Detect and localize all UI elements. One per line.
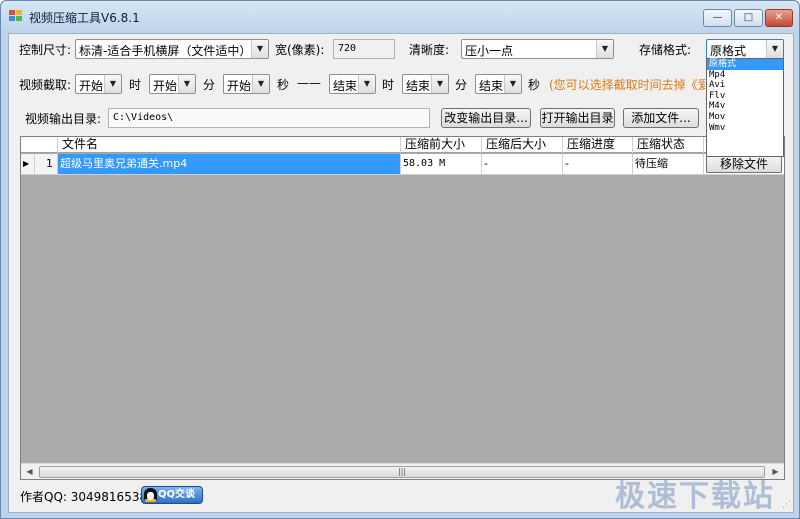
qq-chat-label: QQ交谈 bbox=[158, 489, 196, 500]
cell-action: 移除文件 bbox=[704, 154, 784, 175]
column-header-filename[interactable]: 文件名 bbox=[58, 137, 401, 153]
chevron-down-icon: ▼ bbox=[178, 75, 195, 93]
format-select[interactable]: 原格式 ▼ bbox=[706, 39, 784, 59]
column-header-size-after[interactable]: 压缩后大小 bbox=[482, 137, 563, 153]
add-file-button[interactable]: 添加文件... bbox=[623, 108, 699, 128]
close-button[interactable]: ✕ bbox=[765, 9, 793, 27]
format-option[interactable]: Mov bbox=[707, 112, 783, 123]
format-option[interactable]: 原格式 bbox=[707, 59, 783, 70]
window-title: 视频压缩工具V6.8.1 bbox=[29, 11, 140, 25]
chevron-down-icon: ▼ bbox=[251, 40, 268, 58]
size-select-value: 标清-适合手机横屏（文件适中） bbox=[79, 44, 252, 58]
size-label: 控制尺寸: bbox=[19, 43, 72, 57]
cell-progress[interactable]: - bbox=[563, 154, 633, 175]
cell-filename[interactable]: 超级马里奥兄弟通关.mp4 bbox=[58, 154, 401, 175]
start-second-select[interactable]: 开始 ▼ bbox=[223, 74, 270, 94]
title-bar: 视频压缩工具V6.8.1 — □ ✕ bbox=[1, 1, 799, 33]
format-option[interactable]: Avi bbox=[707, 80, 783, 91]
clarity-label: 清晰度: bbox=[409, 43, 450, 57]
format-dropdown-list: 原格式 Mp4 Avi Flv M4v Mov Wmv bbox=[706, 58, 784, 157]
start-hour-select[interactable]: 开始 ▼ bbox=[75, 74, 122, 94]
chevron-down-icon: ▼ bbox=[358, 75, 375, 93]
file-table: 文件名 压缩前大小 压缩后大小 压缩进度 压缩状态 操作 ▶ 1 超级马里奥兄弟… bbox=[20, 136, 785, 480]
cell-size-after[interactable]: - bbox=[482, 154, 563, 175]
cell-status[interactable]: 待压缩 bbox=[633, 154, 704, 175]
clarity-select-value: 压小一点 bbox=[465, 44, 514, 58]
start-second-value: 开始 bbox=[227, 79, 252, 93]
size-select[interactable]: 标清-适合手机横屏（文件适中） ▼ bbox=[75, 39, 269, 59]
start-minute-select[interactable]: 开始 ▼ bbox=[149, 74, 196, 94]
main-panel: 控制尺寸: 标清-适合手机横屏（文件适中） ▼ 宽(像素): 720 清晰度: … bbox=[8, 33, 794, 513]
chevron-down-icon: ▼ bbox=[104, 75, 121, 93]
table-row[interactable]: ▶ 1 超级马里奥兄弟通关.mp4 58.03 M - - 待压缩 移除文件 bbox=[21, 154, 784, 175]
format-option[interactable]: Mp4 bbox=[707, 70, 783, 81]
watermark-logo: 极速下载站 bbox=[615, 479, 775, 514]
qq-chat-button[interactable]: QQ交谈 bbox=[141, 486, 203, 504]
chevron-down-icon: ▼ bbox=[766, 40, 783, 58]
width-label: 宽(像素): bbox=[275, 43, 325, 57]
row-indicator-icon: ▶ bbox=[21, 154, 35, 175]
maximize-button[interactable]: □ bbox=[734, 9, 763, 27]
output-dir-field[interactable]: C:\Videos\ bbox=[108, 108, 430, 128]
second-unit-label: 秒 bbox=[277, 78, 290, 92]
chevron-down-icon: ▼ bbox=[431, 75, 448, 93]
chevron-down-icon: ▼ bbox=[504, 75, 521, 93]
minute-unit-label: 分 bbox=[203, 78, 216, 92]
open-output-dir-button[interactable]: 打开输出目录 bbox=[540, 108, 615, 128]
start-minute-value: 开始 bbox=[153, 79, 178, 93]
format-select-value: 原格式 bbox=[710, 44, 747, 58]
column-header-status[interactable]: 压缩状态 bbox=[633, 137, 704, 153]
app-icon bbox=[9, 10, 23, 22]
clip-label: 视频截取: bbox=[19, 78, 72, 92]
end-minute-select[interactable]: 结束 ▼ bbox=[402, 74, 449, 94]
format-option[interactable]: M4v bbox=[707, 101, 783, 112]
hour-unit-label: 时 bbox=[129, 78, 142, 92]
chevron-down-icon: ▼ bbox=[252, 75, 269, 93]
app-window: 视频压缩工具V6.8.1 — □ ✕ 控制尺寸: 标清-适合手机横屏（文件适中）… bbox=[0, 0, 800, 519]
chevron-down-icon: ▼ bbox=[596, 40, 613, 58]
format-option[interactable]: Wmv bbox=[707, 123, 783, 134]
remove-file-button[interactable]: 移除文件 bbox=[706, 155, 782, 173]
end-hour-select[interactable]: 结束 ▼ bbox=[329, 74, 376, 94]
row-index: 1 bbox=[35, 154, 58, 175]
qq-penguin-icon bbox=[144, 488, 157, 502]
clarity-select[interactable]: 压小一点 ▼ bbox=[461, 39, 614, 59]
width-field[interactable]: 720 bbox=[333, 39, 395, 59]
column-header-progress[interactable]: 压缩进度 bbox=[563, 137, 633, 153]
column-header-size-before[interactable]: 压缩前大小 bbox=[401, 137, 482, 153]
hour-unit-label: 时 bbox=[382, 78, 395, 92]
format-option[interactable]: Flv bbox=[707, 91, 783, 102]
author-qq-label: 作者QQ: 3049816538 bbox=[20, 490, 148, 504]
end-second-select[interactable]: 结束 ▼ bbox=[475, 74, 522, 94]
cell-size-before[interactable]: 58.03 M bbox=[401, 154, 482, 175]
minimize-button[interactable]: — bbox=[703, 9, 732, 27]
minute-unit-label: 分 bbox=[455, 78, 468, 92]
clip-hint-text: (您可以选择截取时间去掉《爱剪 bbox=[549, 78, 705, 92]
start-hour-value: 开始 bbox=[79, 79, 104, 93]
scroll-left-icon[interactable]: ◀ bbox=[21, 464, 38, 479]
row-header-corner bbox=[21, 137, 58, 153]
format-label: 存储格式: bbox=[639, 43, 692, 57]
range-separator: —— bbox=[297, 76, 321, 90]
resize-grip-icon[interactable]: ⋰ bbox=[782, 500, 791, 510]
output-dir-label: 视频输出目录: bbox=[25, 112, 102, 126]
end-second-value: 结束 bbox=[479, 79, 504, 93]
second-unit-label: 秒 bbox=[528, 78, 541, 92]
table-header: 文件名 压缩前大小 压缩后大小 压缩进度 压缩状态 操作 bbox=[21, 137, 784, 153]
end-hour-value: 结束 bbox=[333, 79, 358, 93]
end-minute-value: 结束 bbox=[406, 79, 431, 93]
change-output-dir-button[interactable]: 改变输出目录... bbox=[441, 108, 531, 128]
